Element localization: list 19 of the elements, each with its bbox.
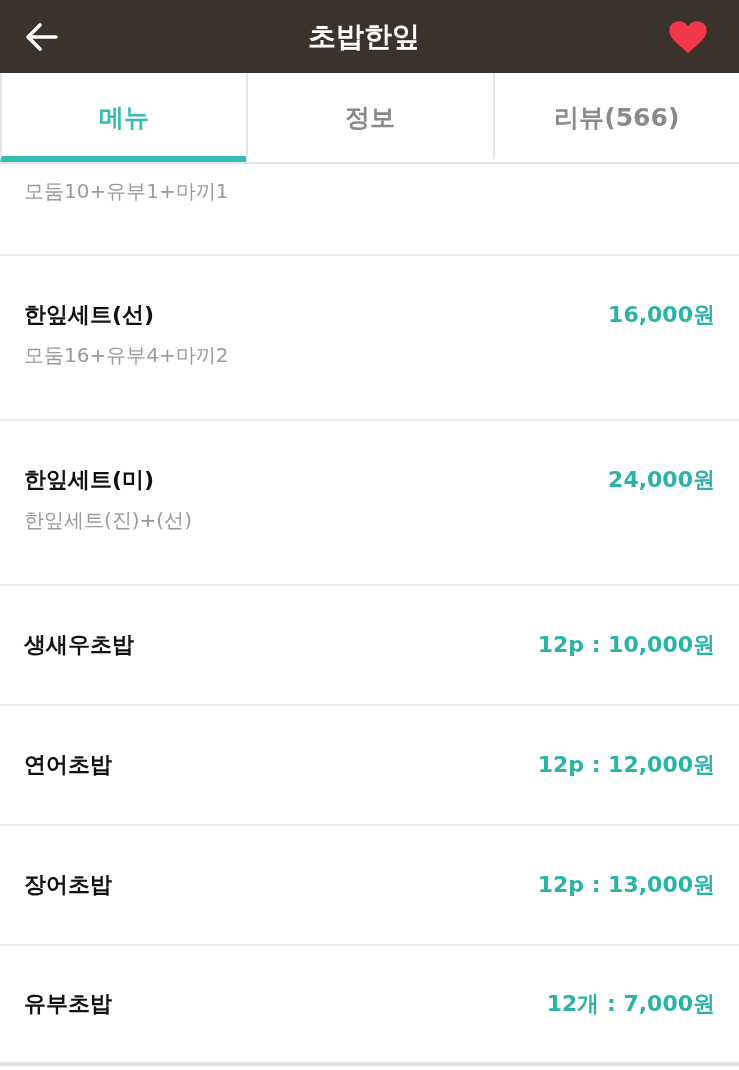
tab[interactable]: 메뉴 [0, 73, 247, 162]
menu-item-description: 모둠16+유부4+마끼2 [24, 342, 229, 369]
heart-icon[interactable] [669, 20, 707, 53]
menu-item-price: 24,000원 [608, 466, 715, 494]
menu-item-description: 한잎세트(진)+(선) [24, 507, 192, 534]
menu-item-name: 한잎세트(미) [24, 466, 156, 494]
menu-item-price: 16,000원 [608, 301, 715, 329]
menu-item-price: 12p : 13,000원 [537, 871, 715, 899]
menu-item-name: 연어초밥 [24, 751, 112, 779]
menu-item-name: 유부초밥 [24, 990, 112, 1018]
menu-item-price: 12p : 10,000원 [537, 631, 715, 659]
menu-item-price: 12p : 12,000원 [537, 751, 715, 779]
menu-item-price: 12개 : 7,000원 [546, 990, 715, 1018]
store-title: 초밥한잎 [307, 18, 420, 55]
menu-item-name: 장어초밥 [24, 871, 112, 899]
menu-item-name: 한잎세트(선) [24, 301, 156, 329]
back-arrow-icon[interactable] [24, 21, 58, 52]
menu-item-name: 생새우초밥 [24, 631, 134, 659]
menu-item-description: 모둠10+유부1+마끼1 [24, 178, 229, 205]
